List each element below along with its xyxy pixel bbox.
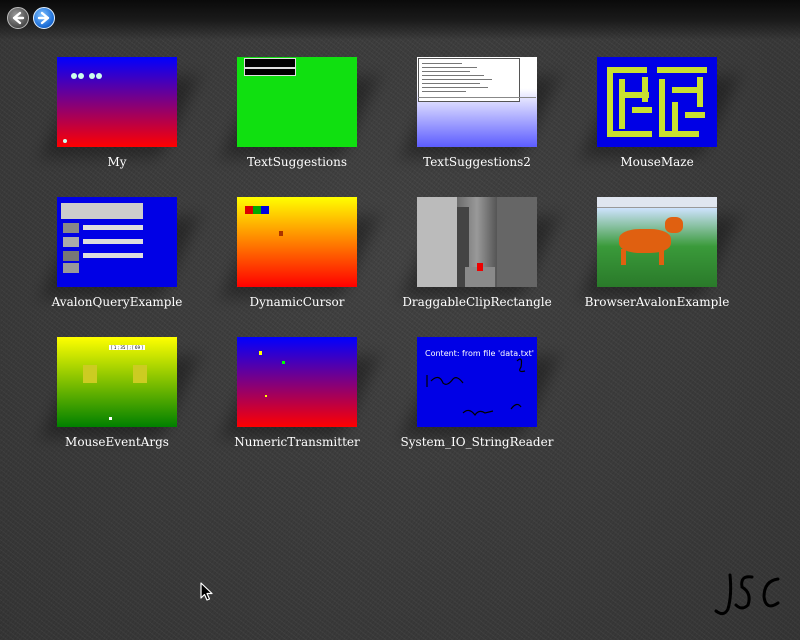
- example-tile-dynamiccursor[interactable]: DynamicCursor: [220, 197, 379, 317]
- thumbnail-textsuggestions2[interactable]: [417, 57, 537, 147]
- forward-button[interactable]: [33, 7, 55, 29]
- arrow-left-icon: [12, 11, 25, 25]
- thumbnail-mouseeventargs[interactable]: [ 1 ; 35 ] ; [ 69 ]: [57, 337, 177, 427]
- thumbnail-avalonqueryexample[interactable]: [57, 197, 177, 287]
- thumbnail-draggablecliprectangle[interactable]: [417, 197, 537, 287]
- tile-label: MouseMaze: [620, 155, 694, 169]
- example-tile-mousemaze[interactable]: MouseMaze: [580, 57, 739, 177]
- tile-label: AvalonQueryExample: [51, 295, 183, 309]
- jsc-signature-logo: [714, 573, 780, 616]
- example-tile-draggablecliprectangle[interactable]: DraggableClipRectangle: [400, 197, 559, 317]
- tile-label: DraggableClipRectangle: [402, 295, 552, 309]
- thumbnail-numerictransmitter[interactable]: [237, 337, 357, 427]
- example-tile-system-io-stringreader[interactable]: Content: from file 'data.txt' System_IO_…: [400, 337, 559, 457]
- thumbnail-my[interactable]: [57, 57, 177, 147]
- tile-label: My: [107, 155, 127, 169]
- arrow-right-icon: [37, 11, 50, 25]
- coords-readout: [ 1 ; 35 ] ; [ 69 ]: [109, 345, 145, 350]
- tile-label: BrowserAvalonExample: [584, 295, 730, 309]
- example-tile-browseravalonexample[interactable]: BrowserAvalonExample: [580, 197, 739, 317]
- example-tile-textsuggestions[interactable]: TextSuggestions: [220, 57, 379, 177]
- thumbnail-browseravalonexample[interactable]: [597, 197, 717, 287]
- tile-label: DynamicCursor: [249, 295, 345, 309]
- tile-label: NumericTransmitter: [234, 435, 360, 449]
- top-toolbar: [0, 0, 800, 40]
- tile-label: TextSuggestions2: [423, 155, 531, 169]
- back-button[interactable]: [7, 7, 29, 29]
- example-tile-numerictransmitter[interactable]: NumericTransmitter: [220, 337, 379, 457]
- example-tile-mouseeventargs[interactable]: [ 1 ; 35 ] ; [ 69 ] MouseEventArgs: [40, 337, 199, 457]
- thumbnail-system-io-stringreader[interactable]: Content: from file 'data.txt': [417, 337, 537, 427]
- mouse-cursor-icon: [200, 582, 213, 601]
- thumbnail-dynamiccursor[interactable]: [237, 197, 357, 287]
- example-tile-my[interactable]: My: [40, 57, 199, 177]
- thumbnail-textsuggestions[interactable]: [237, 57, 357, 147]
- tile-label: MouseEventArgs: [65, 435, 169, 449]
- handwriting-doodle: [426, 358, 526, 417]
- example-tile-avalonqueryexample[interactable]: AvalonQueryExample: [40, 197, 199, 317]
- tile-label: System_IO_StringReader: [400, 435, 554, 449]
- thumbnail-mousemaze[interactable]: [597, 57, 717, 147]
- tile-label: TextSuggestions: [246, 155, 348, 169]
- example-tile-textsuggestions2[interactable]: TextSuggestions2: [400, 57, 559, 177]
